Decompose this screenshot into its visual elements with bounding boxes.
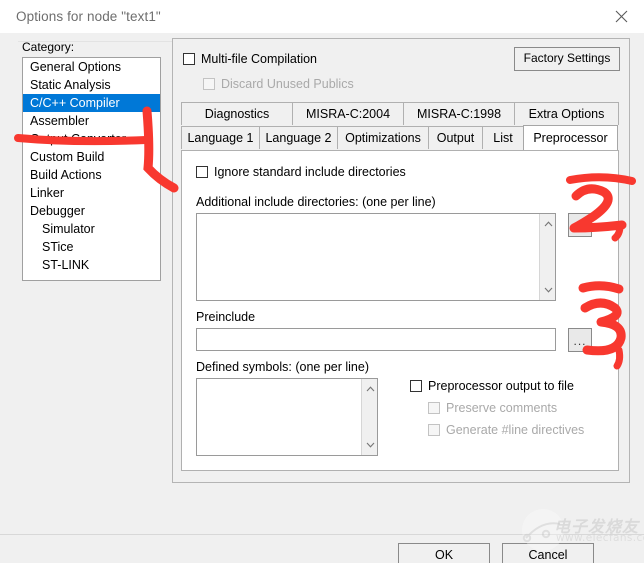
discard-unused-publics-label: Discard Unused Publics	[221, 77, 354, 91]
cancel-button[interactable]: Cancel	[502, 543, 594, 563]
generate-line-directives-checkbox: Generate #line directives	[428, 423, 584, 437]
tab-row-1: Diagnostics MISRA-C:2004 MISRA-C:1998 Extra…	[181, 102, 619, 126]
tab-extra-options[interactable]: Extra Options	[514, 102, 619, 125]
title-bar: Options for node "text1"	[0, 0, 644, 34]
preprocessor-tab-panel: Ignore standard include directories Addi…	[181, 150, 619, 471]
ignore-standard-include-directories-checkbox[interactable]: Ignore standard include directories	[196, 165, 406, 179]
ok-button[interactable]: OK	[398, 543, 490, 563]
scroll-down-icon[interactable]	[362, 437, 378, 453]
discard-unused-publics-checkbox: Discard Unused Publics	[203, 77, 354, 91]
additional-include-directories-input[interactable]	[196, 213, 556, 301]
preprocessor-output-to-file-label: Preprocessor output to file	[428, 379, 574, 393]
multi-file-compilation-label: Multi-file Compilation	[201, 52, 318, 66]
tab-misra-c-1998[interactable]: MISRA-C:1998	[403, 102, 515, 125]
additional-include-directories-browse-button[interactable]: ...	[568, 213, 592, 237]
tab-diagnostics[interactable]: Diagnostics	[181, 102, 293, 125]
tab-list[interactable]: List	[482, 126, 524, 149]
checkbox-box	[203, 78, 215, 90]
additional-include-directories-label: Additional include directories: (one per…	[196, 195, 436, 209]
tab-misra-c-2004[interactable]: MISRA-C:2004	[292, 102, 404, 125]
category-item[interactable]: C/C++ Compiler	[23, 94, 160, 112]
scroll-down-icon[interactable]	[540, 282, 556, 298]
preinclude-browse-button[interactable]: ...	[568, 328, 592, 352]
defined-symbols-label: Defined symbols: (one per line)	[196, 360, 369, 374]
tab-optimizations[interactable]: Optimizations	[337, 126, 429, 149]
ignore-standard-include-directories-label: Ignore standard include directories	[214, 165, 406, 179]
category-item[interactable]: Build Actions	[23, 166, 160, 184]
close-icon	[615, 10, 628, 23]
scrollbar-vertical[interactable]	[361, 379, 377, 455]
checkbox-box	[428, 402, 440, 414]
tab-language-1[interactable]: Language 1	[181, 126, 260, 149]
scroll-up-icon[interactable]	[362, 381, 378, 397]
category-label: Category:	[22, 40, 75, 54]
preserve-comments-label: Preserve comments	[446, 401, 558, 415]
category-item[interactable]: STice	[23, 238, 160, 256]
checkbox-box	[428, 424, 440, 436]
category-item[interactable]: Simulator	[23, 220, 160, 238]
options-panel: Factory Settings Multi-file Compilation …	[172, 38, 630, 483]
window-title: Options for node "text1"	[16, 9, 161, 24]
category-item[interactable]: Output Converter	[23, 130, 160, 148]
tab-output[interactable]: Output	[428, 126, 483, 149]
close-button[interactable]	[598, 0, 644, 32]
dialog-window: Options for node "text1" Category: Gener…	[0, 0, 644, 563]
preserve-comments-checkbox: Preserve comments	[428, 401, 557, 415]
footer-divider	[0, 534, 644, 535]
scroll-up-icon[interactable]	[540, 216, 556, 232]
checkbox-box	[196, 166, 208, 178]
category-item[interactable]: Debugger	[23, 202, 160, 220]
category-item[interactable]: Linker	[23, 184, 160, 202]
tab-preprocessor[interactable]: Preprocessor	[523, 125, 618, 150]
scrollbar-vertical[interactable]	[539, 214, 555, 300]
factory-settings-button[interactable]: Factory Settings	[514, 47, 620, 71]
category-item[interactable]: ST-LINK	[23, 256, 160, 274]
category-item[interactable]: Custom Build	[23, 148, 160, 166]
generate-line-directives-label: Generate #line directives	[446, 423, 585, 437]
tab-row-2: Language 1 Language 2 Optimizations Output L…	[181, 125, 619, 150]
checkbox-box	[410, 380, 422, 392]
preprocessor-output-to-file-checkbox[interactable]: Preprocessor output to file	[410, 379, 574, 393]
tab-language-2[interactable]: Language 2	[259, 126, 338, 149]
tab-bar: Diagnostics MISRA-C:2004 MISRA-C:1998 Extra…	[181, 102, 619, 150]
multi-file-compilation-checkbox[interactable]: Multi-file Compilation	[183, 52, 317, 66]
preinclude-label: Preinclude	[196, 310, 256, 324]
category-item[interactable]: Static Analysis	[23, 76, 160, 94]
checkbox-box	[183, 53, 195, 65]
category-list[interactable]: General Options Static Analysis C/C++ Comp…	[22, 57, 161, 281]
category-item[interactable]: Assembler	[23, 112, 160, 130]
category-item[interactable]: General Options	[23, 58, 160, 76]
preinclude-input[interactable]	[196, 328, 556, 351]
defined-symbols-input[interactable]	[196, 378, 378, 456]
